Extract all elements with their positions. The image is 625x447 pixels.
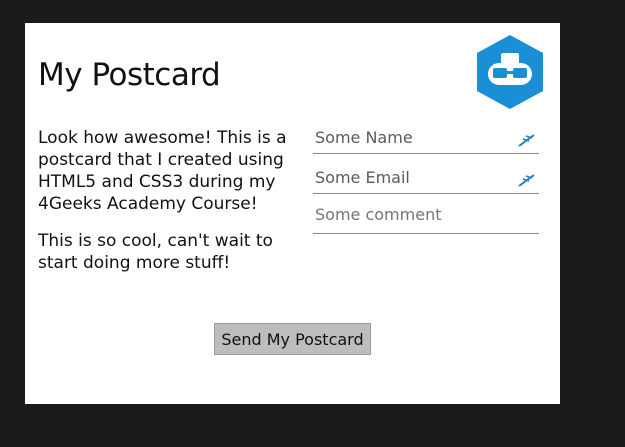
send-postcard-button[interactable]: Send My Postcard [214,323,371,355]
message-paragraph: This is so cool, can't wait to start doi… [38,231,273,273]
comment-field-row [313,195,539,234]
hexagon-robot-logo-icon [477,35,543,109]
message-paragraph: Look how awesome! This is a postcard tha… [38,128,287,214]
postcard-message: Look how awesome! This is a postcard tha… [38,127,300,289]
email-field-row [313,155,539,194]
pen-icon [518,174,535,187]
email-input[interactable] [313,168,507,187]
postcard-form [313,115,539,235]
name-input[interactable] [313,128,507,147]
postcard: My Postcard Look how awesome! This is a … [25,23,560,404]
page-title: My Postcard [38,57,221,93]
comment-input[interactable] [313,205,507,227]
name-field-row [313,115,539,154]
pen-icon [518,134,535,147]
